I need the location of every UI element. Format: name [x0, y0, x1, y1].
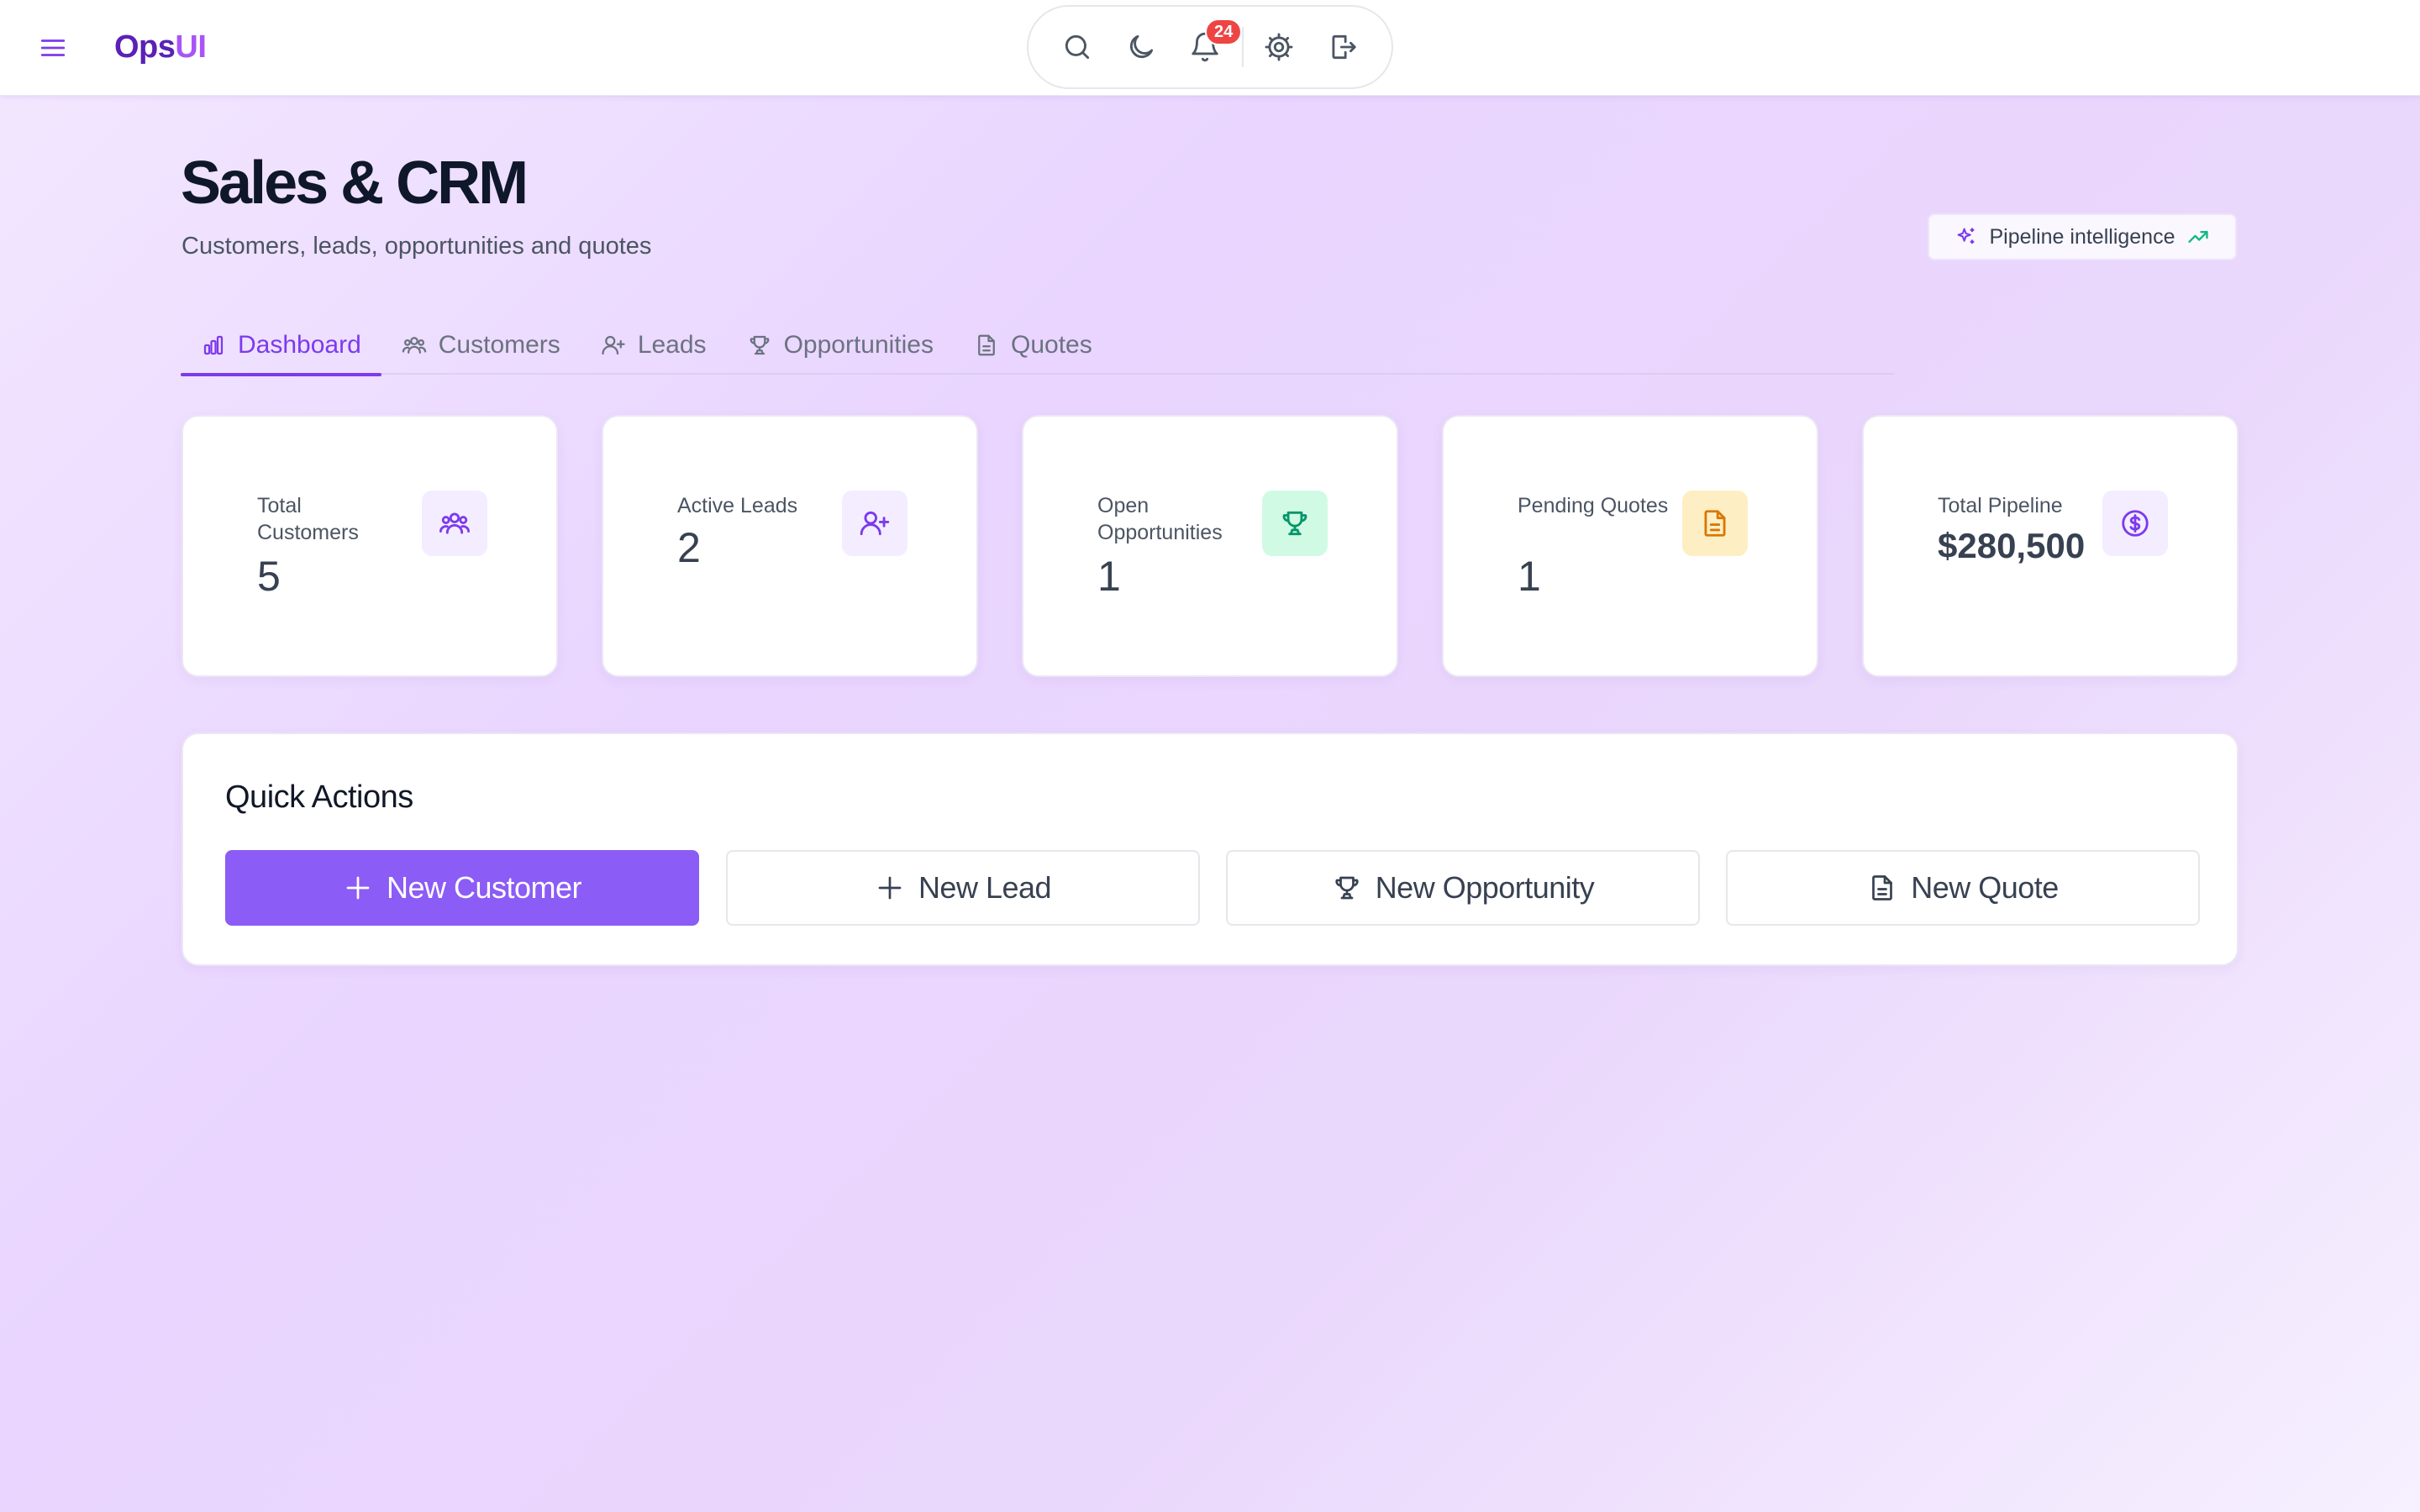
- bar-chart-icon: [203, 335, 224, 355]
- plus-icon: [878, 876, 902, 900]
- notifications-button[interactable]: 24: [1181, 18, 1243, 71]
- stat-card-active-leads[interactable]: Active Leads 2: [602, 415, 978, 677]
- tab-opportunities[interactable]: Opportunities: [727, 316, 954, 375]
- stat-label: Pending Quotes: [1518, 494, 1669, 517]
- new-opportunity-label: New Opportunity: [1375, 870, 1595, 905]
- stat-icon-box: [1262, 491, 1328, 556]
- document-icon: [1872, 875, 1893, 900]
- stat-card-open-opportunities[interactable]: Open Opportunities 1: [1022, 415, 1398, 677]
- stat-cards: Total Customers 5 Active Leads 2 Open Op…: [182, 415, 2238, 677]
- new-opportunity-button[interactable]: New Opportunity: [1226, 850, 1700, 926]
- stat-value: 2: [677, 524, 701, 571]
- notification-badge: 24: [1205, 18, 1243, 45]
- plus-icon: [346, 876, 370, 900]
- stat-value: 1: [1097, 553, 1121, 600]
- stat-label: Active Leads: [677, 494, 798, 517]
- quick-actions-title: Quick Actions: [225, 780, 413, 815]
- stat-label: Total Customers: [257, 494, 359, 544]
- dollar-icon: [2122, 510, 2149, 537]
- trophy-icon: [1335, 876, 1359, 900]
- tab-leads[interactable]: Leads: [581, 316, 727, 375]
- users-icon: [402, 337, 427, 354]
- stat-value: 1: [1518, 553, 1541, 600]
- stat-icon-box: [2102, 491, 2168, 556]
- new-lead-button[interactable]: New Lead: [726, 850, 1200, 926]
- tab-customers-label: Customers: [438, 331, 560, 359]
- trophy-icon: [750, 335, 769, 355]
- users-icon: [439, 512, 471, 534]
- quick-actions-panel: Quick Actions New Customer New Lead New …: [182, 732, 2238, 966]
- toolbar-pill: 24: [1027, 5, 1393, 89]
- tab-opportunities-label: Opportunities: [783, 331, 934, 359]
- stat-icon-box: [422, 491, 487, 556]
- logout-icon: [1332, 34, 1356, 60]
- document-icon: [978, 334, 995, 356]
- tab-leads-label: Leads: [637, 331, 707, 359]
- page-title: Sales & CRM: [181, 150, 529, 217]
- moon-icon: [1129, 34, 1154, 59]
- tab-quotes-label: Quotes: [1011, 331, 1092, 359]
- new-customer-label: New Customer: [386, 870, 582, 905]
- stat-card-total-pipeline[interactable]: Total Pipeline $280,500: [1862, 415, 2238, 677]
- hamburger-icon[interactable]: [39, 34, 67, 62]
- stat-label: Total Pipeline: [1938, 494, 2063, 517]
- stat-value: $280,500: [1938, 526, 2086, 565]
- stat-card-pending-quotes[interactable]: Pending Quotes 1: [1442, 415, 1818, 677]
- stat-icon-box: [842, 491, 908, 556]
- sparkles-icon: [1957, 228, 1974, 244]
- trending-up-icon: [2188, 231, 2209, 243]
- search-button[interactable]: [1054, 24, 1101, 71]
- tab-customers[interactable]: Customers: [381, 316, 581, 375]
- brand-part-1: Ops: [114, 29, 176, 65]
- trophy-icon: [1282, 511, 1307, 536]
- toolbar-divider: [1242, 27, 1244, 67]
- page-subtitle: Customers, leads, opportunities and quot…: [182, 233, 652, 260]
- settings-button[interactable]: [1255, 24, 1302, 71]
- stat-value: 5: [257, 553, 281, 600]
- user-plus-icon: [602, 335, 625, 355]
- stat-icon-box: [1682, 491, 1748, 556]
- new-lead-label: New Lead: [918, 870, 1052, 905]
- stat-card-total-customers[interactable]: Total Customers 5: [182, 415, 558, 677]
- new-quote-label: New Quote: [1911, 870, 2059, 905]
- section-tabs: Dashboard Customers Leads Opportunities …: [181, 316, 1895, 376]
- new-quote-button[interactable]: New Quote: [1726, 850, 2200, 926]
- document-icon: [1704, 510, 1726, 537]
- theme-toggle-button[interactable]: [1118, 24, 1165, 71]
- user-plus-icon: [860, 511, 890, 536]
- pipeline-intelligence-label: Pipeline intelligence: [1989, 224, 2175, 249]
- tab-dashboard-label: Dashboard: [238, 331, 361, 359]
- brand-logo[interactable]: OpsUI: [114, 28, 207, 66]
- tab-quotes[interactable]: Quotes: [954, 316, 1113, 375]
- pipeline-intelligence-button[interactable]: Pipeline intelligence: [1928, 213, 2237, 260]
- tab-dashboard[interactable]: Dashboard: [181, 316, 381, 376]
- search-icon: [1065, 34, 1090, 60]
- top-bar: OpsUI 24: [0, 0, 2420, 96]
- logout-button[interactable]: [1319, 24, 1366, 71]
- new-customer-button[interactable]: New Customer: [225, 850, 699, 926]
- brand-part-2: UI: [175, 29, 207, 65]
- stat-label: Open Opportunities: [1097, 494, 1223, 544]
- gear-icon: [1265, 33, 1293, 61]
